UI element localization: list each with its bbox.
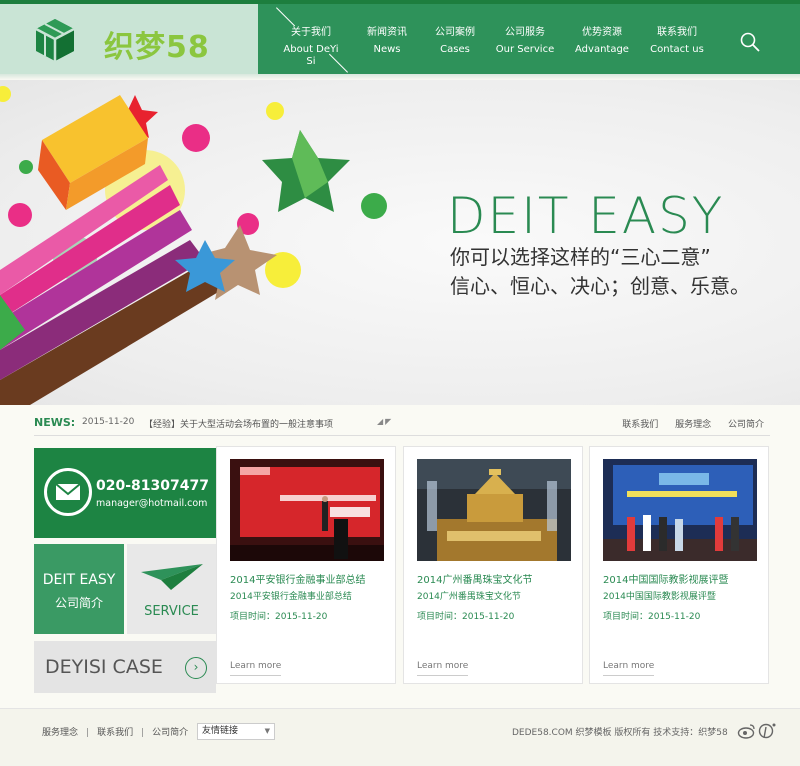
case-title: 2014平安银行金融事业部总结	[230, 575, 366, 586]
news-pager: ◢ ◤	[377, 417, 393, 426]
case-image-film	[603, 459, 757, 561]
copyright-text: DEDE58.COM 织梦模板 版权所有 技术支持：织梦58	[512, 728, 728, 738]
learn-more-link[interactable]: Learn more	[603, 661, 655, 676]
search-icon[interactable]	[738, 30, 762, 54]
nav-item-label-en: Advantage	[575, 44, 629, 55]
learn-more-link[interactable]: Learn more	[230, 661, 282, 676]
nav-item-label-cn: 公司案例	[435, 27, 475, 38]
case-image-jewelry	[417, 459, 571, 561]
about-tile[interactable]: DEIT EASY 公司简介	[34, 544, 124, 634]
social-links	[737, 722, 777, 743]
nav-item-label-cn: 关于我们	[291, 27, 331, 38]
case-date: 项目时间：2015-11-20	[230, 612, 328, 622]
nav-item-label-cn: 联系我们	[657, 27, 697, 38]
hero-banner[interactable]: DEIT EASY 你可以选择这样的“三心二意” 信心、恒心、决心；创意、乐意。	[0, 80, 800, 405]
banner-slogan-line1: 你可以选择这样的“三心二意”	[450, 245, 711, 269]
service-tile-label: SERVICE	[144, 604, 199, 619]
nav-item-label-en: About DeYi Si	[283, 44, 339, 67]
nav-item-label-en: News	[373, 44, 401, 55]
news-quick-links: 联系我们 服务理念 公司简介	[608, 417, 764, 430]
site-header: 织梦58 关于我们 About DeYi Si 新闻资讯 News 公司案例 C…	[0, 4, 800, 74]
footer-link-philosophy[interactable]: 服务理念	[42, 728, 78, 738]
news-headline-link[interactable]: 【经验】关于大型活动会场布置的一般注意事项	[144, 417, 333, 430]
nav-item-contact[interactable]: 联系我们 Contact us	[646, 4, 708, 74]
case-card-bank[interactable]: 2014平安银行金融事业部总结 2014平安银行金融事业部总结 项目时间：201…	[216, 446, 396, 684]
main-nav: 关于我们 About DeYi Si 新闻资讯 News 公司案例 Cases …	[258, 4, 800, 74]
case-date: 项目时间：2015-11-20	[417, 612, 515, 622]
cube-logo-icon	[35, 19, 75, 61]
nav-item-service[interactable]: 公司服务 Our Service	[494, 4, 556, 74]
contact-phone: 020-81307477	[96, 478, 209, 494]
footer-separator: |	[141, 728, 145, 738]
news-label: NEWS:	[34, 416, 76, 429]
nav-item-label-cn: 优势资源	[582, 27, 622, 38]
friend-links-select[interactable]: 友情链接 ▼	[197, 723, 275, 740]
chevron-right-icon: ›	[185, 657, 207, 679]
footer-link-about[interactable]: 公司简介	[152, 728, 188, 738]
quick-link-about[interactable]: 公司简介	[728, 420, 764, 430]
contact-tile[interactable]: 020-81307477 manager@hotmail.com	[34, 448, 216, 538]
footer-links: 服务理念 | 联系我们 | 公司简介	[42, 725, 188, 738]
news-bar: NEWS: 2015-11-20 【经验】关于大型活动会场布置的一般注意事项 ◢…	[34, 412, 770, 436]
nav-item-label-en: Our Service	[495, 44, 555, 55]
mail-icon	[44, 468, 92, 516]
nav-item-label-cn: 新闻资讯	[367, 27, 407, 38]
case-image-bank	[230, 459, 384, 561]
footer-separator: |	[86, 728, 90, 738]
nav-item-label-en: Cases	[440, 44, 470, 55]
chevron-down-icon: ▼	[264, 727, 270, 735]
case-tile[interactable]: DEYISI CASE ›	[34, 641, 216, 693]
case-subtitle: 2014平安银行金融事业部总结	[230, 592, 352, 602]
weibo-icon[interactable]	[737, 724, 755, 739]
case-date: 项目时间：2015-11-20	[603, 612, 701, 622]
banner-slogan-line2: 信心、恒心、决心；创意、乐意。	[450, 274, 750, 298]
case-title: 2014中国国际教影视展评暨	[603, 575, 729, 586]
learn-more-link[interactable]: Learn more	[417, 661, 469, 676]
service-tile[interactable]: SERVICE	[127, 544, 216, 634]
nav-item-cases[interactable]: 公司案例 Cases	[426, 4, 484, 74]
case-subtitle: 2014广州番禺珠宝文化节	[417, 592, 521, 602]
logo-text: 织梦58	[104, 30, 210, 65]
about-tile-brand: DEIT EASY	[42, 572, 116, 588]
case-card-film[interactable]: 2014中国国际教影视展评暨 2014中国国际教影视展评暨 项目时间：2015-…	[589, 446, 769, 684]
friend-links-value: 友情链接	[202, 726, 239, 736]
nav-item-news[interactable]: 新闻资讯 News	[358, 4, 416, 74]
news-date: 2015-11-20	[82, 417, 135, 427]
case-card-jewelry[interactable]: 2014广州番禺珠宝文化节 2014广州番禺珠宝文化节 项目时间：2015-11…	[403, 446, 583, 684]
news-next-icon[interactable]: ◤	[385, 417, 391, 426]
case-subtitle: 2014中国国际教影视展评暨	[603, 592, 716, 602]
case-tile-label: DEYISI CASE	[45, 656, 163, 678]
nav-item-label-en: Contact us	[650, 44, 704, 55]
nav-item-about[interactable]: 关于我们 About DeYi Si	[278, 4, 344, 74]
banner-artwork	[0, 86, 387, 405]
pinterest-icon[interactable]	[758, 723, 776, 739]
case-title: 2014广州番禺珠宝文化节	[417, 575, 533, 586]
paper-plane-icon	[141, 564, 203, 590]
quick-link-philosophy[interactable]: 服务理念	[675, 420, 711, 430]
nav-item-label-cn: 公司服务	[505, 27, 545, 38]
contact-email: manager@hotmail.com	[96, 498, 208, 509]
logo-panel[interactable]: 织梦58	[0, 4, 258, 74]
site-footer: 服务理念 | 联系我们 | 公司简介 友情链接 ▼ DEDE58.COM 织梦模板 版权…	[0, 708, 800, 766]
footer-link-contact[interactable]: 联系我们	[97, 728, 133, 738]
news-prev-icon[interactable]: ◢	[377, 417, 383, 426]
about-tile-label: 公司简介	[54, 596, 103, 610]
nav-item-advantage[interactable]: 优势资源 Advantage	[570, 4, 634, 74]
quick-link-contact[interactable]: 联系我们	[622, 420, 658, 430]
banner-title: DEIT EASY	[447, 187, 725, 245]
